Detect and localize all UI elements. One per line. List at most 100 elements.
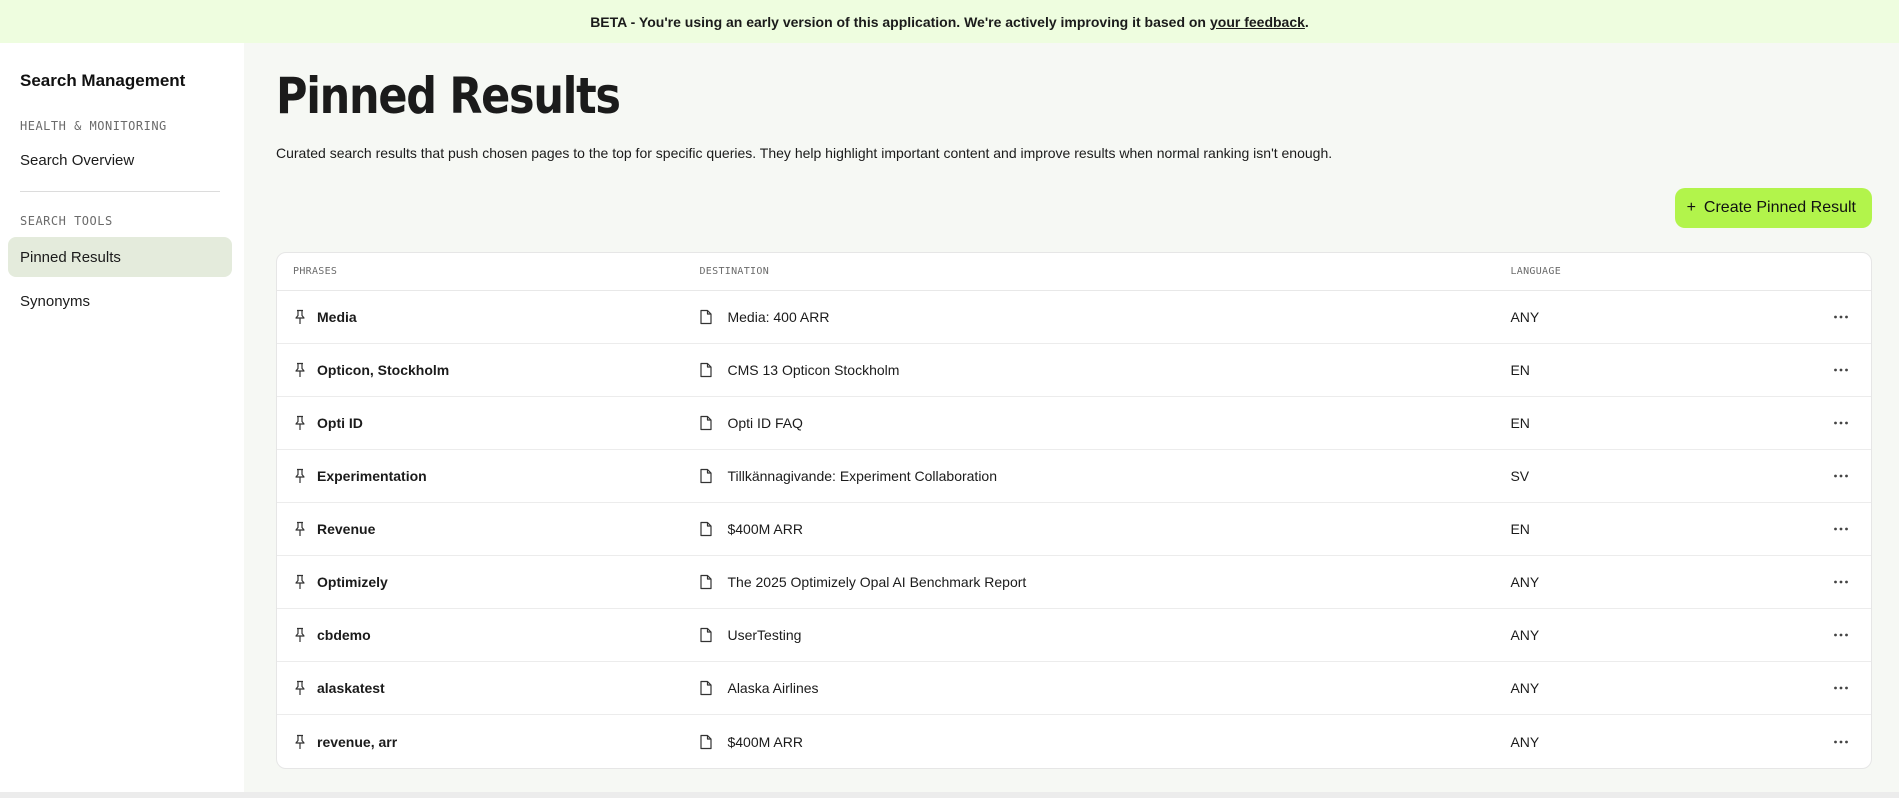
destination-cell: Opti ID FAQ (699, 415, 1510, 431)
language-text: EN (1510, 415, 1530, 431)
language-cell: ANY (1510, 309, 1810, 325)
language-cell: SV (1510, 468, 1810, 484)
phrase-text: Opticon, Stockholm (317, 362, 450, 378)
page-description: Curated search results that push chosen … (276, 145, 1333, 161)
pin-icon (293, 734, 307, 750)
destination-text: Tillkännagivande: Experiment Collaborati… (727, 468, 998, 484)
section-label-health: HEALTH & MONITORING (20, 119, 167, 133)
phrase-text: cbdemo (317, 627, 371, 643)
language-text: EN (1510, 521, 1530, 537)
beta-banner: BETA - You're using an early version of … (0, 0, 1899, 43)
more-horizontal-icon[interactable] (1831, 678, 1851, 698)
destination-cell: $400M ARR (699, 521, 1510, 537)
section-label-tools: SEARCH TOOLS (20, 214, 113, 228)
header-phrases: PHRASES (293, 266, 338, 277)
document-icon (699, 734, 713, 750)
phrase-cell: Revenue (277, 521, 699, 537)
phrase-text: Experimentation (317, 468, 427, 484)
language-text: ANY (1510, 309, 1540, 325)
table-body: Media Media: 400 ARR ANY Opticon, Stockholm… (277, 291, 1871, 768)
language-cell: EN (1510, 362, 1810, 378)
actions-cell (1810, 572, 1871, 592)
table-row[interactable]: Experimentation Tillkännagivande: Experim… (277, 450, 1871, 503)
actions-cell (1810, 307, 1871, 327)
feedback-link[interactable]: your feedback (1210, 14, 1305, 30)
language-text: ANY (1510, 680, 1540, 696)
destination-text: CMS 13 Opticon Stockholm (727, 362, 900, 378)
sidebar-item-synonyms[interactable]: Synonyms (8, 281, 232, 321)
actions-cell (1810, 625, 1871, 645)
pin-icon (293, 521, 307, 537)
pin-icon (293, 362, 307, 378)
actions-cell (1810, 732, 1871, 752)
phrase-text: Opti ID (317, 415, 363, 431)
pinned-results-table: PHRASES DESTINATION LANGUAGE Media Media:… (276, 252, 1872, 769)
app-title: Search Management (20, 71, 186, 90)
destination-cell: $400M ARR (699, 734, 1510, 750)
destination-cell: The 2025 Optimizely Opal AI Benchmark Re… (699, 574, 1510, 590)
document-icon (699, 521, 713, 537)
language-text: EN (1510, 362, 1530, 378)
more-horizontal-icon[interactable] (1831, 466, 1851, 486)
phrase-text: Optimizely (317, 574, 388, 590)
destination-text: $400M ARR (727, 521, 803, 537)
actions-cell (1810, 678, 1871, 698)
pin-icon (293, 468, 307, 484)
table-row[interactable]: Opticon, Stockholm CMS 13 Opticon Stockho… (277, 344, 1871, 397)
more-horizontal-icon[interactable] (1831, 519, 1851, 539)
more-horizontal-icon[interactable] (1831, 625, 1851, 645)
table-row[interactable]: Optimizely The 2025 Optimizely Opal AI Be… (277, 556, 1871, 609)
actions-cell (1810, 360, 1871, 380)
bottom-scroll-strip (0, 792, 1899, 798)
sidebar: Search Management HEALTH & MONITORING Se… (0, 43, 244, 792)
actions-cell (1810, 519, 1871, 539)
pin-icon (293, 574, 307, 590)
more-horizontal-icon[interactable] (1831, 732, 1851, 752)
destination-cell: Media: 400 ARR (699, 309, 1510, 325)
table-row[interactable]: alaskatest Alaska Airlines ANY (277, 662, 1871, 715)
phrase-cell: alaskatest (277, 680, 699, 696)
main-content: Pinned Results Curated search results th… (244, 43, 1899, 792)
document-icon (699, 309, 713, 325)
destination-cell: Alaska Airlines (699, 680, 1510, 696)
sidebar-item-pinned-results[interactable]: Pinned Results (8, 237, 232, 277)
table-row[interactable]: Revenue $400M ARR EN (277, 503, 1871, 556)
document-icon (699, 415, 713, 431)
language-cell: ANY (1510, 734, 1810, 750)
more-horizontal-icon[interactable] (1831, 572, 1851, 592)
table-row[interactable]: Opti ID Opti ID FAQ EN (277, 397, 1871, 450)
page-title: Pinned Results (276, 67, 621, 125)
destination-text: Opti ID FAQ (727, 415, 803, 431)
more-horizontal-icon[interactable] (1831, 413, 1851, 433)
table-row[interactable]: Media Media: 400 ARR ANY (277, 291, 1871, 344)
document-icon (699, 574, 713, 590)
document-icon (699, 362, 713, 378)
plus-icon: + (1686, 199, 1696, 216)
language-text: ANY (1510, 627, 1540, 643)
create-pinned-result-button[interactable]: + Create Pinned Result (1674, 188, 1872, 228)
phrase-text: Media (317, 309, 357, 325)
sidebar-item-search-overview[interactable]: Search Overview (8, 140, 232, 180)
destination-cell: Tillkännagivande: Experiment Collaborati… (699, 468, 1510, 484)
destination-cell: CMS 13 Opticon Stockholm (699, 362, 1510, 378)
pin-icon (293, 680, 307, 696)
destination-cell: UserTesting (699, 627, 1510, 643)
more-horizontal-icon[interactable] (1831, 360, 1851, 380)
language-text: SV (1510, 468, 1530, 484)
document-icon (699, 627, 713, 643)
document-icon (699, 468, 713, 484)
more-horizontal-icon[interactable] (1831, 307, 1851, 327)
table-header: PHRASES DESTINATION LANGUAGE (277, 253, 1871, 291)
beta-banner-text: BETA - You're using an early version of … (590, 13, 1206, 30)
language-cell: EN (1510, 521, 1810, 537)
destination-text: UserTesting (727, 627, 802, 643)
phrase-cell: Media (277, 309, 699, 325)
phrase-text: revenue, arr (317, 733, 398, 750)
destination-text: The 2025 Optimizely Opal AI Benchmark Re… (727, 574, 1027, 590)
pin-icon (293, 627, 307, 643)
language-cell: ANY (1510, 680, 1810, 696)
table-row[interactable]: cbdemo UserTesting ANY (277, 609, 1871, 662)
phrase-cell: Optimizely (277, 574, 699, 590)
language-text: ANY (1510, 574, 1540, 590)
table-row[interactable]: revenue, arr $400M ARR ANY (277, 715, 1871, 768)
